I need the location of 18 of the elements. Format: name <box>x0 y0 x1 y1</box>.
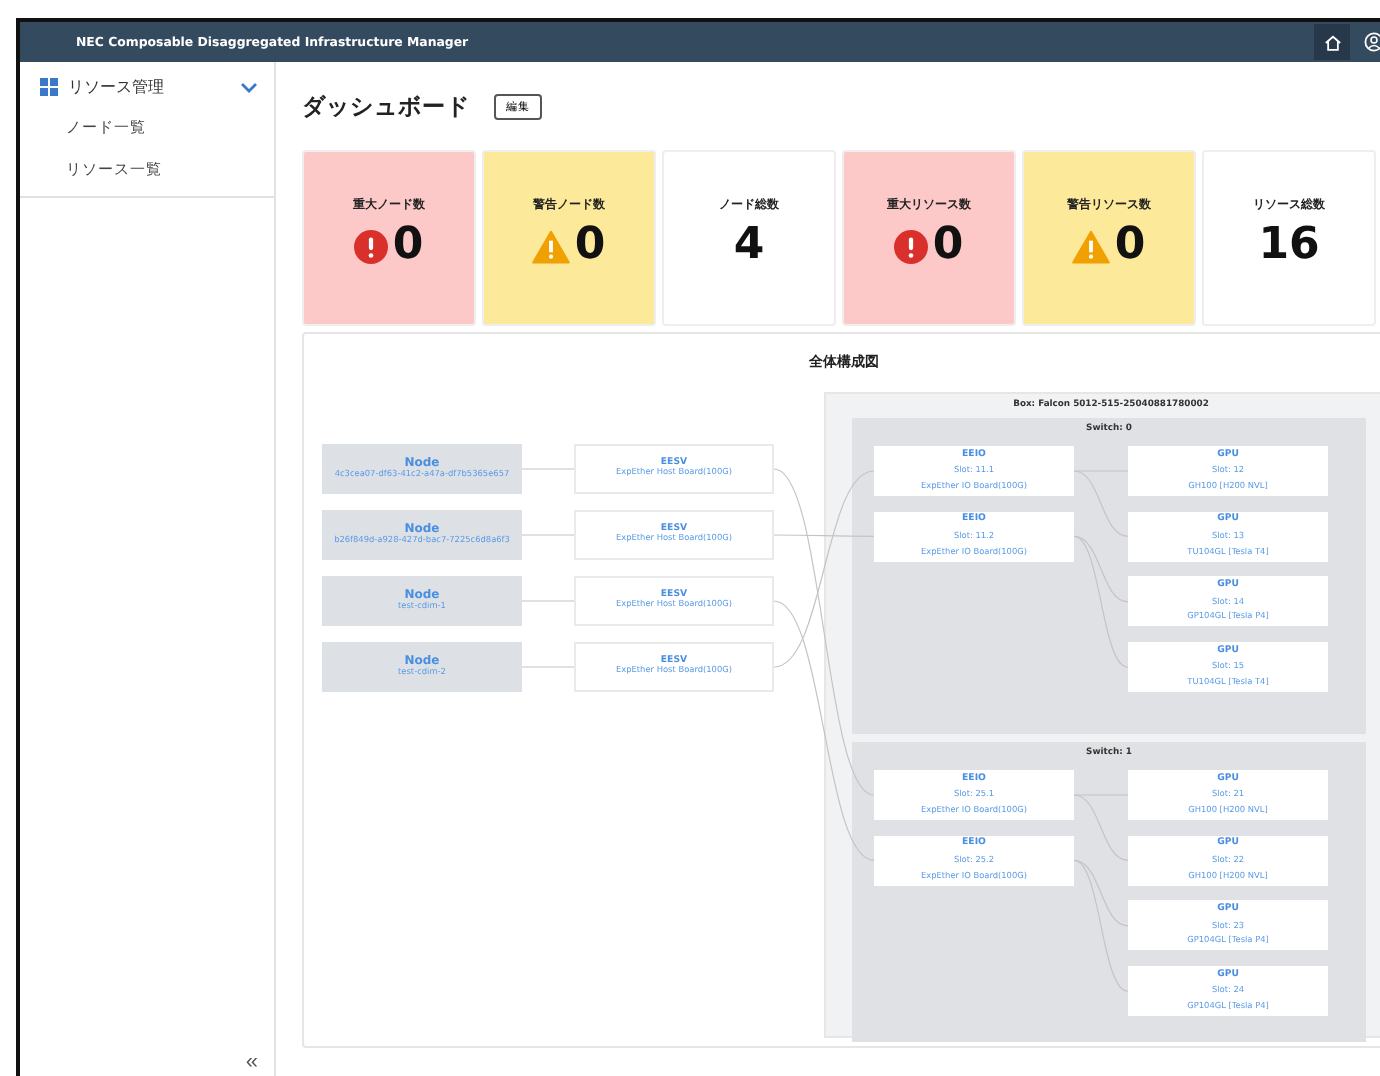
card-value: 0 <box>574 224 606 268</box>
error-icon <box>894 229 929 263</box>
error-icon <box>354 229 389 263</box>
collapse-button[interactable]: « <box>241 1050 262 1074</box>
chevron-icon <box>240 81 258 93</box>
sidebar-section[interactable]: リソース管理 <box>20 62 274 106</box>
warning-icon <box>1072 229 1111 263</box>
user-icon[interactable] <box>1364 32 1380 52</box>
home-button[interactable] <box>1314 24 1350 60</box>
card-value: 0 <box>392 224 424 268</box>
card-value: 0 <box>1114 224 1146 268</box>
home-icon <box>1323 33 1341 51</box>
warning-icon <box>532 229 571 263</box>
page-title: ダッシュボード <box>302 91 470 121</box>
card-value: 0 <box>932 224 964 268</box>
grid-icon <box>40 78 58 96</box>
card-value: 4 <box>733 224 765 268</box>
card-value: 16 <box>1258 224 1320 268</box>
